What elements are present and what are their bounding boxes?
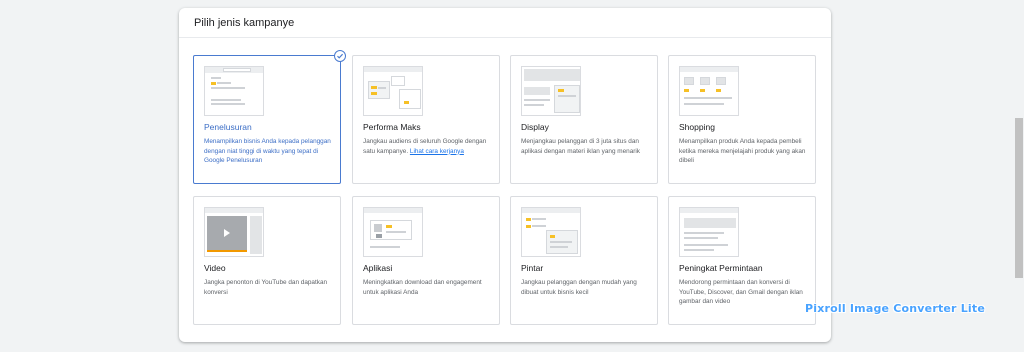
scrollbar-thumb[interactable]: [1015, 118, 1023, 278]
card-shopping[interactable]: Shopping Menampilkan produk Anda kepada …: [668, 55, 816, 184]
card-title: Shopping: [679, 122, 715, 132]
selected-check-icon: [334, 50, 346, 62]
card-description: Jangkau audiens di seluruh Google dengan…: [363, 138, 487, 155]
card-title: Peningkat Permintaan: [679, 263, 763, 273]
app-illustration-icon: [363, 207, 423, 257]
card-title: Display: [521, 122, 549, 132]
watermark: Pixroll Image Converter Lite: [805, 302, 986, 315]
performance-max-illustration-icon: [363, 66, 423, 116]
card-title: Aplikasi: [363, 263, 393, 273]
card-performance-max[interactable]: Performa Maks Jangkau audiens di seluruh…: [352, 55, 500, 184]
card-title: Performa Maks: [363, 122, 421, 132]
card-title: Video: [204, 263, 226, 273]
card-title: Pintar: [521, 263, 544, 273]
card-smart[interactable]: Pintar Jangkau pelanggan dengan mudah ya…: [510, 196, 658, 325]
learn-more-link[interactable]: Lihat cara kerjanya: [410, 148, 464, 155]
search-illustration-icon: [204, 66, 264, 116]
card-search[interactable]: Penelusuran Menampilkan bisnis Anda kepa…: [193, 50, 346, 184]
card-description: Meningkatkan download dan engagement unt…: [363, 279, 482, 296]
card-title: Penelusuran: [204, 122, 252, 132]
card-display[interactable]: Display Menjangkau pelanggan di 3 juta s…: [510, 55, 658, 184]
card-description: Menjangkau pelanggan di 3 juta situs dan…: [521, 138, 641, 155]
card-description: Jangka penonton di YouTube dan dapatkan …: [204, 279, 328, 296]
card-video[interactable]: Video Jangka penonton di YouTube dan dap…: [193, 196, 341, 325]
card-app[interactable]: Aplikasi Meningkatkan download dan engag…: [352, 196, 500, 325]
card-description: Menampilkan produk Anda kepada pembeli k…: [679, 138, 806, 165]
video-illustration-icon: [204, 207, 264, 257]
shopping-illustration-icon: [679, 66, 739, 116]
card-description: Mendorong permintaan dan konversi di You…: [679, 279, 803, 306]
card-description: Menampilkan bisnis Anda kepada pelanggan…: [204, 138, 331, 165]
divider: [179, 37, 831, 38]
display-illustration-icon: [521, 66, 581, 116]
card-description: Jangkau pelanggan dengan mudah yang dibu…: [521, 279, 637, 296]
card-demand-gen[interactable]: Peningkat Permintaan Mendorong permintaa…: [668, 196, 816, 325]
demand-gen-illustration-icon: [679, 207, 739, 257]
panel-title: Pilih jenis kampanye: [194, 17, 295, 29]
campaign-type-panel: Pilih jenis kampanye Penelusuran Menampi…: [179, 8, 831, 342]
smart-illustration-icon: [521, 207, 581, 257]
